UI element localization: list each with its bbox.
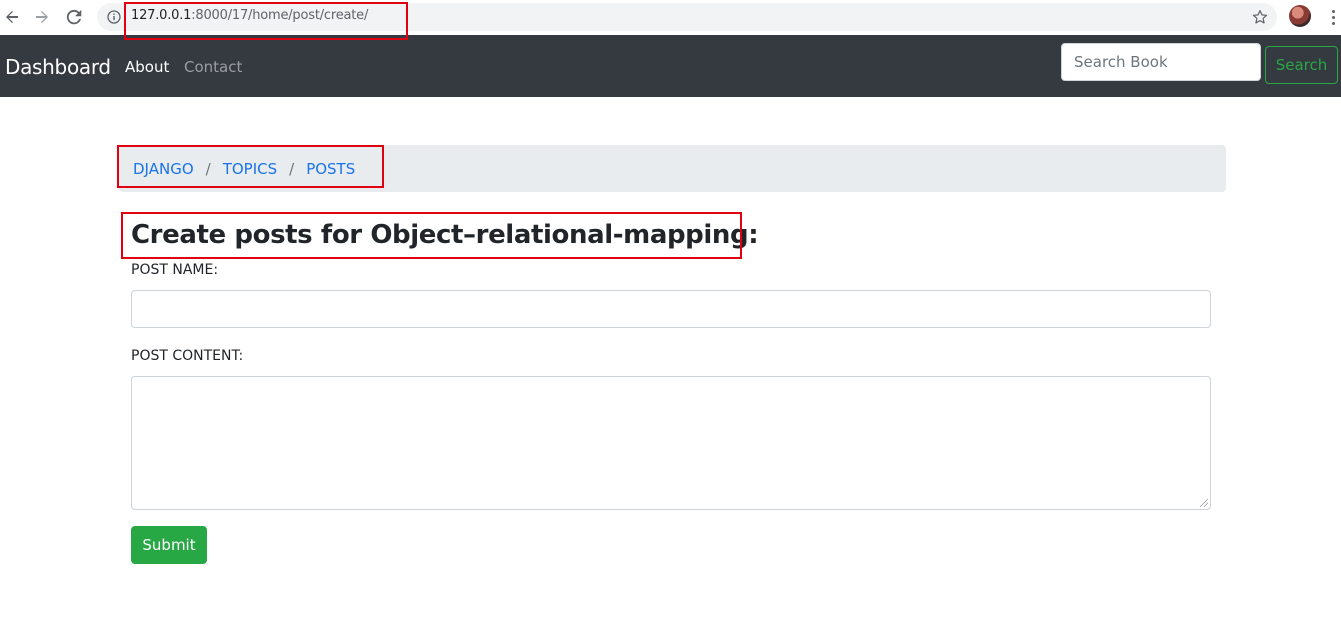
post-name-field[interactable]	[131, 290, 1211, 328]
star-icon[interactable]	[1250, 7, 1270, 27]
url-path: :8000/17/home/post/create/	[191, 8, 369, 23]
breadcrumb-item-django[interactable]: DJANGO	[133, 160, 194, 178]
nav-link-contact[interactable]: Contact	[184, 58, 242, 76]
post-content-label: POST CONTENT:	[131, 348, 244, 364]
page-title: Create posts for Object–relational-mappi…	[131, 220, 759, 250]
post-name-label: POST NAME:	[131, 262, 219, 278]
resize-handle[interactable]	[1200, 499, 1208, 507]
nav-link-about[interactable]: About	[125, 58, 169, 76]
breadcrumb-item-topics[interactable]: TOPICS	[223, 160, 277, 178]
url-host: 127.0.0.1	[131, 8, 192, 23]
search-input[interactable]	[1061, 43, 1261, 81]
forward-arrow-icon[interactable]	[30, 5, 54, 29]
submit-button[interactable]: Submit	[131, 526, 207, 564]
reload-icon[interactable]	[62, 5, 86, 29]
browser-toolbar: 127.0.0.1:8000/17/home/post/create/	[0, 0, 1341, 34]
breadcrumb-separator: /	[205, 159, 211, 178]
back-arrow-icon[interactable]	[0, 5, 24, 29]
search-button[interactable]: Search	[1265, 46, 1338, 84]
kebab-menu-icon[interactable]	[1326, 7, 1340, 27]
avatar[interactable]	[1289, 5, 1311, 27]
breadcrumb-item-posts[interactable]: POSTS	[306, 160, 355, 178]
info-icon[interactable]	[105, 8, 123, 26]
breadcrumb-separator: /	[289, 159, 295, 178]
post-content-field[interactable]	[131, 376, 1211, 510]
url-text[interactable]: 127.0.0.1:8000/17/home/post/create/	[131, 8, 368, 23]
navbar: Dashboard About Contact Search	[0, 35, 1341, 97]
breadcrumb: DJANGO / TOPICS / POSTS	[119, 145, 1226, 192]
navbar-brand[interactable]: Dashboard	[5, 55, 111, 79]
